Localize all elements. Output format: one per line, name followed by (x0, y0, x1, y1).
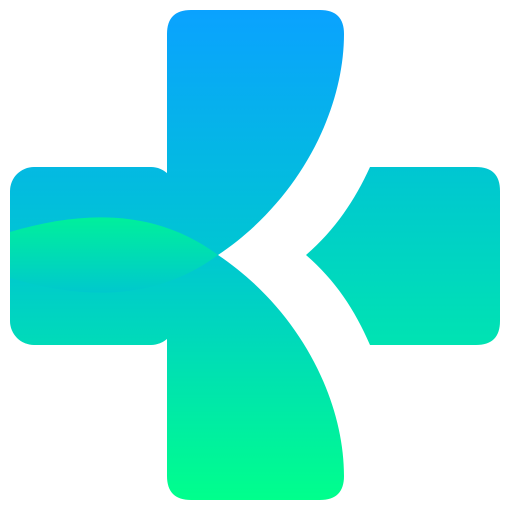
logo-canvas (0, 0, 512, 512)
medical-cross-logo-icon (10, 10, 500, 500)
cross-right-arm (306, 167, 500, 345)
